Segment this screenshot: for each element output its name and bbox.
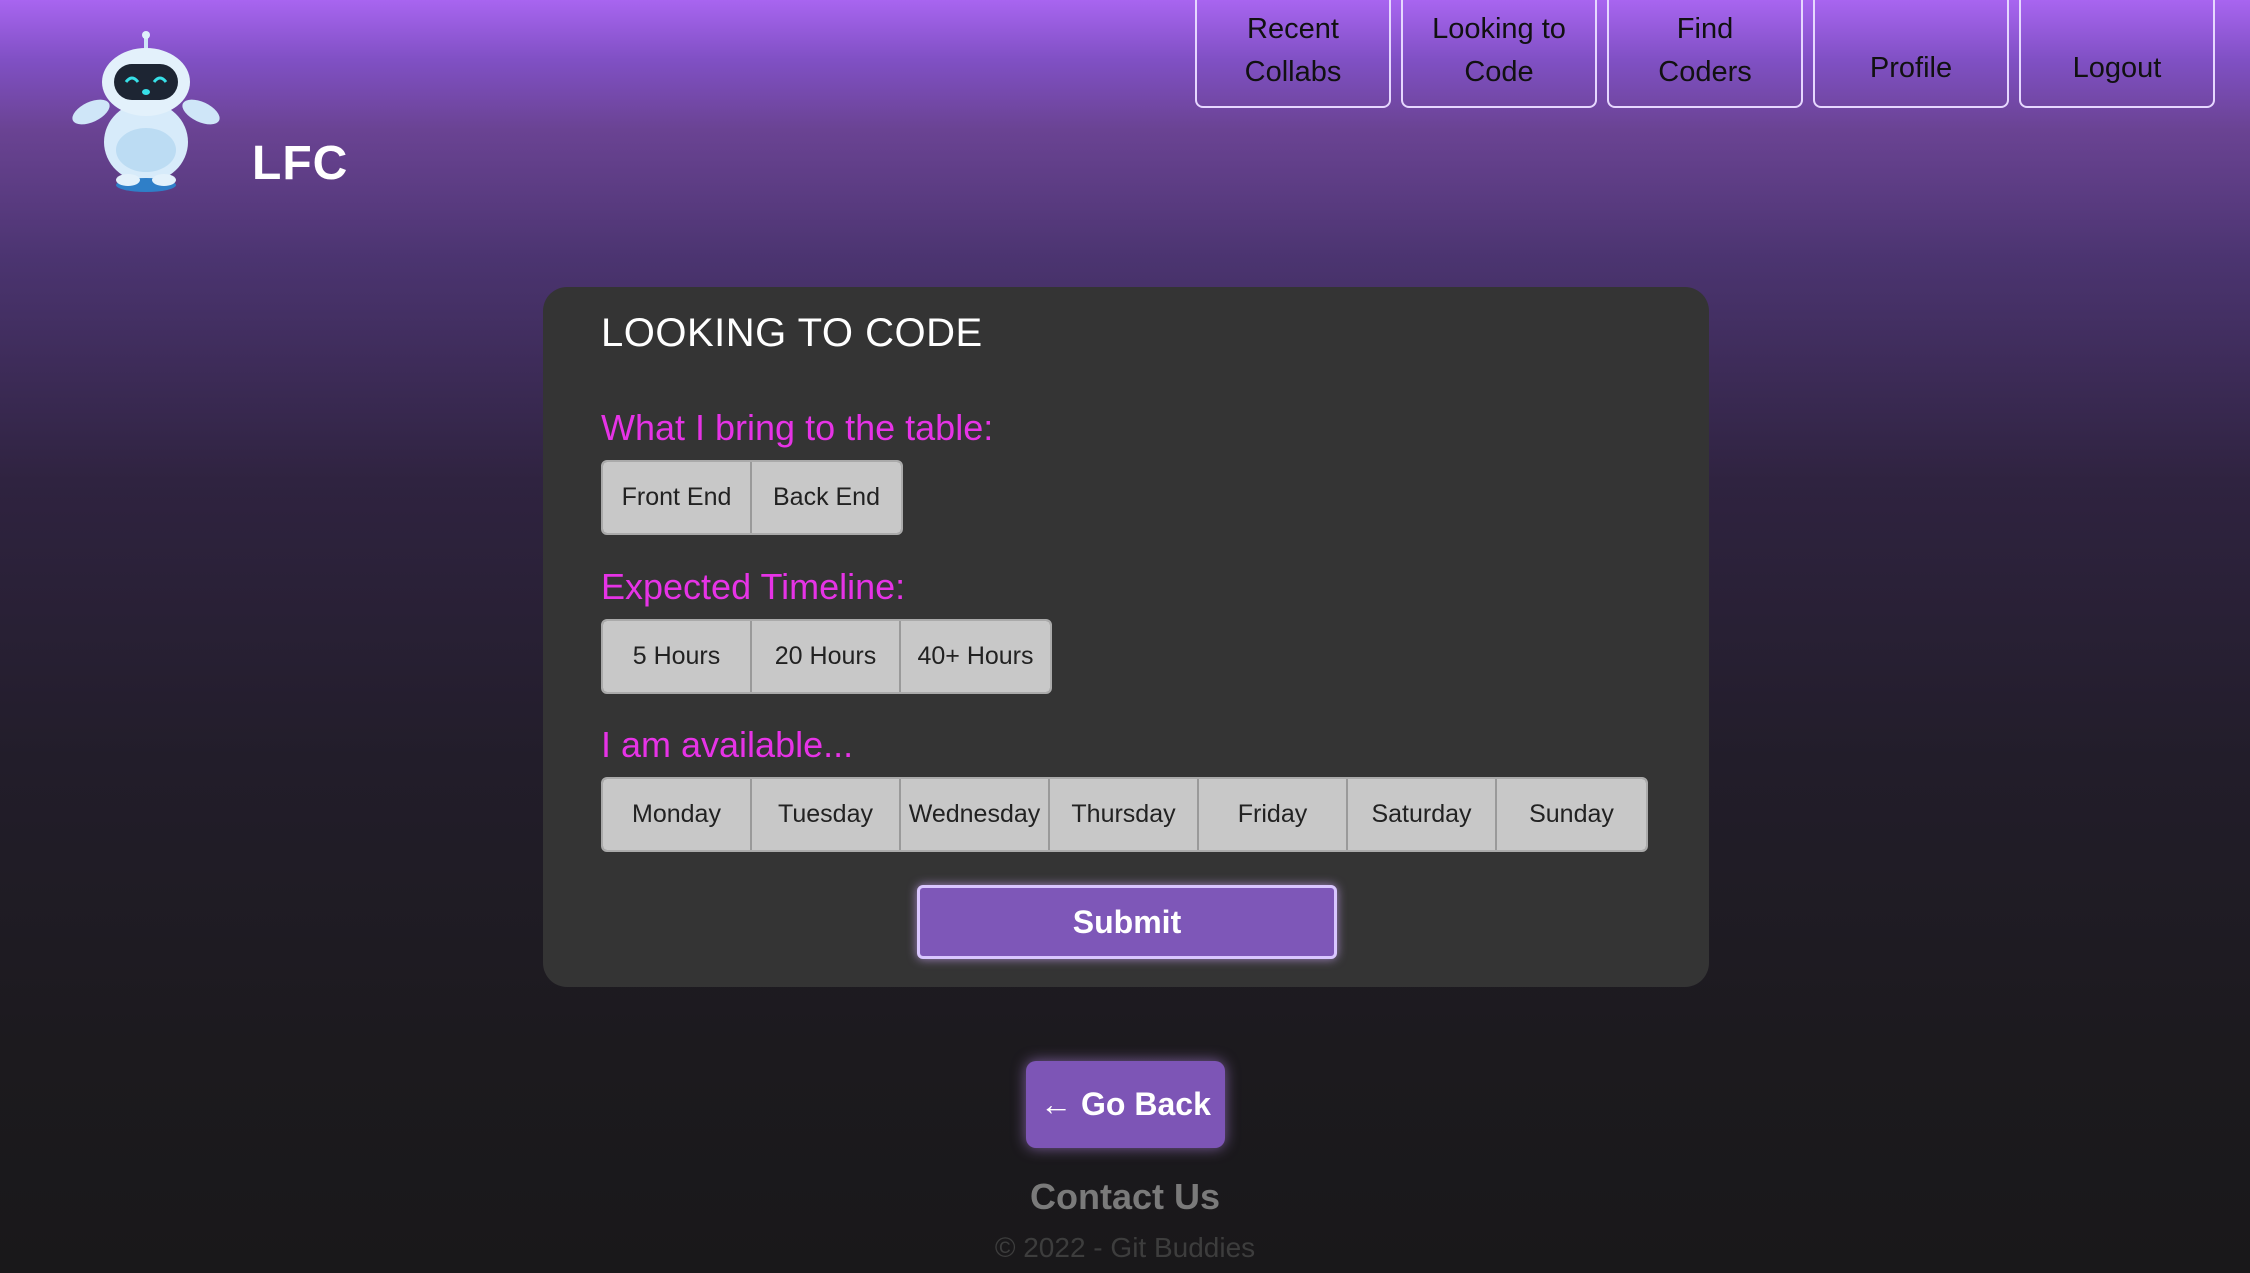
nav-label-line1: Find bbox=[1676, 13, 1734, 45]
go-back-button[interactable]: ← Go Back bbox=[1026, 1061, 1225, 1148]
option-monday[interactable]: Monday bbox=[603, 779, 752, 850]
timeline-button-group: 5 Hours 20 Hours 40+ Hours bbox=[601, 619, 1052, 694]
submit-button[interactable]: Submit bbox=[917, 885, 1337, 959]
availability-label: I am available... bbox=[601, 724, 854, 765]
looking-to-code-card: LOOKING TO CODE What I bring to the tabl… bbox=[543, 287, 1709, 987]
nav-label-line2: Code bbox=[1464, 56, 1534, 88]
nav-profile[interactable]: Profile bbox=[1813, 0, 2009, 108]
brand-name[interactable]: LFC bbox=[252, 136, 348, 191]
nav-looking-to-code[interactable]: Looking to Code bbox=[1401, 0, 1597, 108]
nav-label: Profile bbox=[1869, 52, 1953, 84]
option-sunday[interactable]: Sunday bbox=[1497, 779, 1646, 850]
availability-button-group: Monday Tuesday Wednesday Thursday Friday… bbox=[601, 777, 1648, 852]
nav-label-line1: Recent bbox=[1247, 13, 1339, 45]
option-wednesday[interactable]: Wednesday bbox=[901, 779, 1050, 850]
card-title: LOOKING TO CODE bbox=[601, 311, 983, 355]
top-nav: Recent Collabs Looking to Code Find Coders … bbox=[1195, 0, 2215, 108]
option-front-end[interactable]: Front End bbox=[603, 462, 752, 533]
nav-label-line2: Collabs bbox=[1244, 56, 1342, 88]
option-back-end[interactable]: Back End bbox=[752, 462, 901, 533]
option-5-hours[interactable]: 5 Hours bbox=[603, 621, 752, 692]
copyright-text: © 2022 - Git Buddies bbox=[994, 1232, 1256, 1263]
nav-find-coders[interactable]: Find Coders bbox=[1607, 0, 1803, 108]
option-saturday[interactable]: Saturday bbox=[1348, 779, 1497, 850]
option-40-hours[interactable]: 40+ Hours bbox=[901, 621, 1050, 692]
option-friday[interactable]: Friday bbox=[1199, 779, 1348, 850]
option-20-hours[interactable]: 20 Hours bbox=[752, 621, 901, 692]
nav-logout[interactable]: Logout bbox=[2019, 0, 2215, 108]
option-thursday[interactable]: Thursday bbox=[1050, 779, 1199, 850]
timeline-label: Expected Timeline: bbox=[601, 566, 906, 607]
robot-mascot-icon bbox=[66, 30, 226, 195]
nav-label: Logout bbox=[2072, 52, 2162, 84]
nav-recent-collabs[interactable]: Recent Collabs bbox=[1195, 0, 1391, 108]
skills-button-group: Front End Back End bbox=[601, 460, 903, 535]
contact-us-link[interactable]: Contact Us bbox=[0, 1176, 2250, 1218]
nav-label-line2: Coders bbox=[1658, 56, 1752, 88]
option-tuesday[interactable]: Tuesday bbox=[752, 779, 901, 850]
nav-label-line1: Looking to bbox=[1432, 13, 1566, 45]
skills-label: What I bring to the table: bbox=[601, 407, 994, 448]
